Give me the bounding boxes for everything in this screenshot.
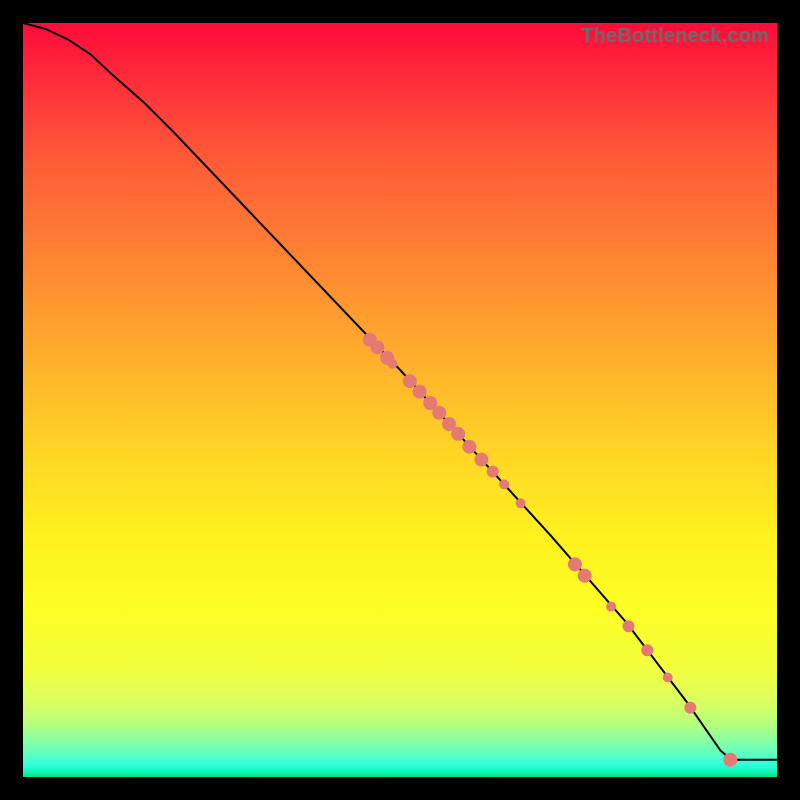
- data-point: [663, 673, 673, 683]
- watermark-text: TheBottleneck.com: [581, 25, 769, 48]
- data-point: [388, 359, 398, 369]
- bottleneck-curve: [23, 23, 777, 760]
- data-point: [370, 340, 384, 354]
- data-point: [684, 702, 696, 714]
- plot-area: TheBottleneck.com: [23, 23, 777, 777]
- data-point: [487, 466, 499, 478]
- data-point: [474, 453, 488, 467]
- data-point: [723, 753, 737, 767]
- data-point: [499, 479, 509, 489]
- data-point: [403, 374, 417, 388]
- data-point: [578, 569, 592, 583]
- data-point: [606, 602, 616, 612]
- data-point: [462, 440, 476, 454]
- chart-svg: [23, 23, 777, 777]
- data-point: [623, 620, 635, 632]
- data-point: [451, 427, 465, 441]
- data-point: [432, 406, 446, 420]
- data-point: [568, 557, 582, 571]
- data-point: [516, 498, 526, 508]
- data-point: [413, 385, 427, 399]
- data-point: [641, 644, 653, 656]
- data-points: [363, 333, 738, 767]
- chart-frame: TheBottleneck.com: [0, 0, 800, 800]
